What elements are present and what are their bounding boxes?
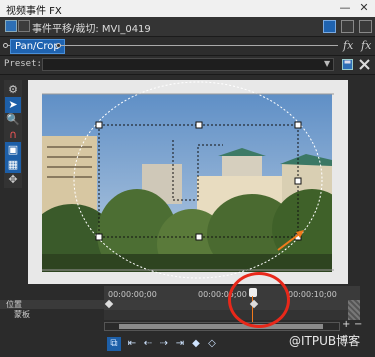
watermark-text: @ITPUB博客	[289, 334, 361, 348]
crop-handle[interactable]	[195, 233, 203, 241]
mask-lane-label: 蒙板	[0, 310, 104, 319]
chain-list-icon[interactable]	[341, 20, 354, 33]
time-tick: 00:00:10;00	[288, 290, 337, 299]
track-end-hatch	[348, 300, 360, 320]
window-title: 视频事件 FX	[6, 6, 62, 17]
time-tick: 00:00:00;00	[108, 290, 157, 299]
prev-keyframe-icon[interactable]: ⇠	[141, 337, 155, 351]
lock-aspect-icon[interactable]: ▣	[5, 142, 21, 158]
window-titlebar: 视频事件 FX — ✕	[0, 0, 375, 17]
chevron-down-icon[interactable]: ▼	[324, 59, 330, 68]
preset-label: Preset:	[4, 59, 42, 69]
crop-handle[interactable]	[195, 121, 203, 129]
remove-fx-icon[interactable]	[359, 20, 372, 33]
event-header: 事件平移/裁切: MVI_0419	[0, 17, 375, 37]
delete-preset-icon[interactable]	[359, 59, 370, 70]
minimize-button[interactable]: —	[336, 0, 354, 17]
first-keyframe-icon[interactable]: ⇤	[125, 337, 139, 351]
snap-grid-icon[interactable]: ▦	[5, 157, 21, 173]
event-label: 事件平移/裁切: MVI_0419	[32, 24, 151, 35]
zoom-in-button[interactable]: +	[342, 319, 350, 330]
tool-bar: ⚙ ➤ 🔍 ∩ ▣ ▦ ✥	[4, 80, 22, 188]
position-lane-label[interactable]: 位置	[0, 300, 104, 309]
close-button[interactable]: ✕	[355, 0, 373, 17]
bypass-icon[interactable]	[18, 20, 30, 32]
crop-handle[interactable]	[95, 233, 103, 241]
preset-row: Preset: ▼	[0, 55, 375, 75]
pointer-icon[interactable]: ➤	[5, 97, 21, 113]
fx-chain-row: Pan/Crop fx fx	[0, 37, 375, 55]
chain-toggle-icon[interactable]	[5, 20, 17, 32]
magnet-icon[interactable]: ∩	[5, 127, 21, 143]
crop-handle[interactable]	[294, 121, 302, 129]
save-preset-icon[interactable]	[342, 59, 353, 70]
scroll-thumb[interactable]	[119, 324, 323, 329]
timeline-scrollbar[interactable]	[104, 322, 340, 331]
move-free-icon[interactable]: ✥	[5, 172, 21, 188]
preset-dropdown[interactable]	[42, 58, 334, 71]
chain-line	[58, 45, 338, 46]
zoom-icon[interactable]: 🔍	[5, 112, 21, 128]
crop-overlay[interactable]	[28, 80, 348, 284]
crop-handle[interactable]	[294, 177, 302, 185]
add-keyframe-icon[interactable]: ◆	[189, 337, 203, 351]
split-view-icon[interactable]	[323, 20, 336, 33]
delete-keyframe-icon[interactable]: ◇	[205, 337, 219, 351]
next-keyframe-icon[interactable]: ⇢	[157, 337, 171, 351]
last-keyframe-icon[interactable]: ⇥	[173, 337, 187, 351]
zoom-out-button[interactable]: −	[354, 319, 362, 330]
chain-node-icon	[56, 43, 61, 48]
sync-cursor-icon[interactable]: ⧉	[107, 337, 121, 351]
gear-icon[interactable]: ⚙	[5, 82, 21, 98]
crop-handle[interactable]	[95, 121, 103, 129]
fx-plugin-icon[interactable]: fx	[343, 39, 353, 52]
annotation-circle	[228, 272, 290, 328]
fx-plugin-chooser-icon[interactable]: fx	[361, 39, 371, 52]
